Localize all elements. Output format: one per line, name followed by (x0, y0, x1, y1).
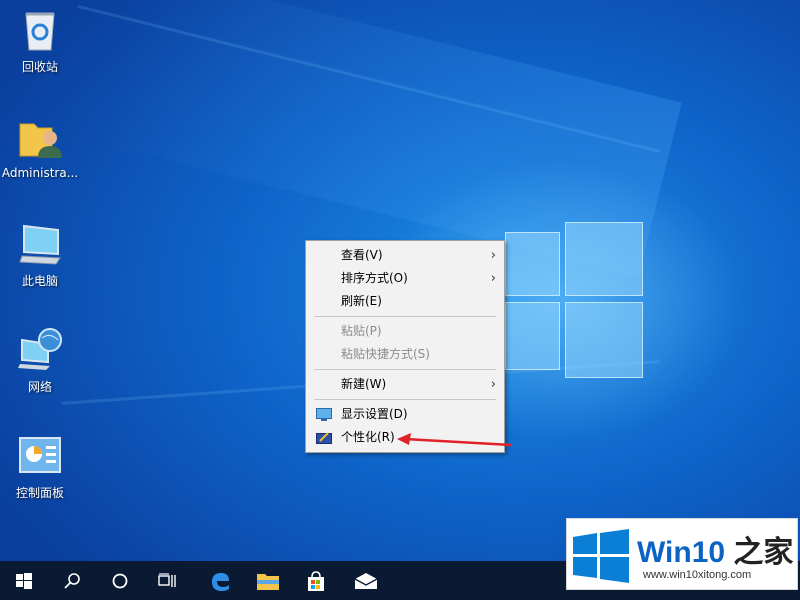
mail-icon (354, 572, 378, 589)
annotation-arrow (397, 433, 512, 447)
watermark-title: Win10 之家 (637, 527, 793, 571)
file-explorer-button[interactable] (244, 561, 292, 600)
menu-item-label: 新建(W) (341, 377, 387, 391)
desktop-icon-this-pc[interactable]: 此电脑 (0, 220, 80, 289)
menu-separator (314, 399, 496, 400)
display-icon (316, 408, 332, 421)
win10-logo-icon (573, 529, 629, 583)
menu-item-label: 个性化(R) (341, 430, 395, 444)
menu-item-display-settings[interactable]: 显示设置(D) (306, 403, 504, 426)
personalize-icon (316, 432, 332, 444)
desktop-icon-network[interactable]: 网络 (0, 326, 80, 395)
desktop-icon-recycle-bin[interactable]: 回收站 (0, 6, 80, 75)
file-explorer-icon (257, 573, 279, 590)
menu-item-view[interactable]: 查看(V) › (306, 244, 504, 267)
menu-item-label: 查看(V) (341, 248, 383, 262)
menu-item-sort[interactable]: 排序方式(O) › (306, 267, 504, 290)
watermark-url: www.win10xitong.com (643, 569, 752, 581)
windows-wallpaper-logo (505, 222, 645, 380)
site-watermark: Win10 之家 www.win10xitong.com (566, 518, 798, 590)
mail-button[interactable] (342, 561, 390, 600)
desktop-icon-label: 控制面板 (15, 486, 64, 500)
task-view-button[interactable] (144, 561, 192, 600)
recycle-bin-icon (25, 12, 55, 51)
menu-item-label: 显示设置(D) (341, 407, 408, 421)
menu-item-label: 刷新(E) (341, 294, 382, 308)
start-button[interactable] (0, 561, 48, 600)
menu-separator (314, 369, 496, 370)
cortana-button[interactable] (96, 561, 144, 600)
desktop-icon-label: 回收站 (21, 60, 58, 74)
task-view-icon (158, 572, 176, 587)
windows-start-icon (16, 572, 32, 589)
store-icon (308, 570, 324, 591)
chevron-right-icon: › (490, 377, 496, 392)
watermark-title-brand: Win10 (637, 536, 726, 569)
menu-item-new[interactable]: 新建(W) › (306, 373, 504, 396)
edge-button[interactable] (196, 561, 244, 600)
desktop-icon-label: 此电脑 (21, 274, 58, 288)
user-folder-icon (19, 123, 62, 158)
this-pc-icon (19, 224, 61, 265)
desktop-icon-label: 网络 (27, 380, 52, 394)
network-icon (18, 328, 62, 370)
edge-icon (212, 572, 229, 591)
search-button[interactable] (48, 561, 96, 600)
control-panel-icon (19, 437, 61, 473)
chevron-right-icon: › (490, 248, 496, 263)
chevron-right-icon: › (490, 271, 496, 286)
desktop-icon-label: Administra... (1, 166, 79, 180)
cortana-icon (112, 573, 128, 588)
desktop-context-menu: 查看(V) › 排序方式(O) › 刷新(E) 粘贴(P) 粘贴快捷方式(S) … (305, 240, 505, 453)
menu-item-label: 排序方式(O) (341, 271, 408, 285)
search-icon (64, 572, 80, 589)
menu-item-paste: 粘贴(P) (306, 320, 504, 343)
desktop-icon-control-panel[interactable]: 控制面板 (0, 432, 80, 501)
desktop-icon-user-folder[interactable]: Administra... (0, 114, 80, 180)
menu-item-refresh[interactable]: 刷新(E) (306, 290, 504, 313)
menu-item-paste-shortcut: 粘贴快捷方式(S) (306, 343, 504, 366)
menu-item-label: 粘贴快捷方式(S) (341, 347, 430, 361)
watermark-title-suffix: 之家 (725, 536, 794, 569)
desktop[interactable]: 回收站 Administra... 此电脑 网络 控制面板 查看(V) › 排序… (0, 0, 800, 561)
menu-item-label: 粘贴(P) (341, 324, 382, 338)
menu-separator (314, 316, 496, 317)
store-button[interactable] (292, 561, 340, 600)
